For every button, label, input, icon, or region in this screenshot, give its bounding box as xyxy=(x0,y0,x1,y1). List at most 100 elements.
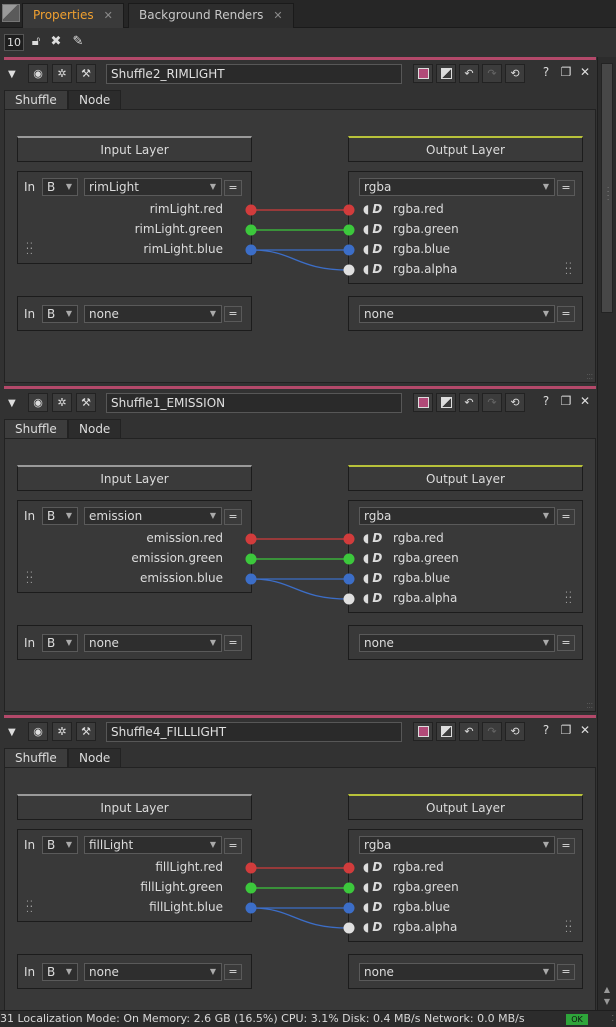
split-icon[interactable] xyxy=(436,393,456,412)
close-icon[interactable]: ✕ xyxy=(104,9,113,22)
viewer-icon[interactable]: ◉ xyxy=(28,393,48,412)
channel-toggle-icon[interactable]: ◖D xyxy=(363,571,385,585)
equal-button[interactable]: = xyxy=(557,635,575,651)
scrollbar[interactable]: ⁚ ⁚ ⁚ ▲ ▼ xyxy=(597,57,616,1010)
float-icon[interactable]: ❐ xyxy=(558,723,574,737)
input-source-dropdown[interactable]: B ▼ xyxy=(42,507,78,525)
input-source-dropdown[interactable]: B ▼ xyxy=(42,836,78,854)
float-icon[interactable]: ❐ xyxy=(558,65,574,79)
undo-icon[interactable]: ↶ xyxy=(459,722,479,741)
viewer-icon[interactable]: ◉ xyxy=(28,722,48,741)
node-color-icon[interactable] xyxy=(413,64,433,83)
scroll-up-icon[interactable]: ▲ xyxy=(602,985,612,994)
collapse-arrow-icon[interactable]: ▼ xyxy=(8,69,16,80)
help-icon[interactable]: ? xyxy=(538,65,554,79)
tab-node[interactable]: Node xyxy=(68,419,122,439)
revert-icon[interactable]: ⟲ xyxy=(505,393,525,412)
channel-toggle-icon[interactable]: ◖D xyxy=(363,860,385,874)
tab-node[interactable]: Node xyxy=(68,748,122,768)
drag-grip-icon[interactable]: ⁚⁚ ⁚⁚ xyxy=(565,592,573,606)
equal-button[interactable]: = xyxy=(224,838,242,854)
tab-background-renders[interactable]: Background Renders ✕ xyxy=(128,3,294,28)
equal-button[interactable]: = xyxy=(557,180,575,196)
channel-toggle-icon[interactable]: ◖D xyxy=(363,531,385,545)
redo-icon[interactable]: ↷ xyxy=(482,64,502,83)
output-layer-dropdown[interactable]: none ▼ xyxy=(359,963,555,981)
equal-button[interactable]: = xyxy=(224,180,242,196)
resize-corner-icon[interactable]: ⁚ xyxy=(611,1011,614,1027)
wrench-icon[interactable]: ⚒ xyxy=(76,722,96,741)
input-source-dropdown[interactable]: B ▼ xyxy=(42,178,78,196)
help-icon[interactable]: ? xyxy=(538,394,554,408)
wrench-icon[interactable]: ⚒ xyxy=(76,64,96,83)
input-layer-dropdown[interactable]: rimLight ▼ xyxy=(84,178,222,196)
close-icon[interactable]: ✕ xyxy=(577,65,593,79)
bug-icon[interactable]: ✲ xyxy=(52,393,72,412)
revert-icon[interactable]: ⟲ xyxy=(505,64,525,83)
input-layer-dropdown[interactable]: none ▼ xyxy=(84,963,222,981)
tab-shuffle[interactable]: Shuffle xyxy=(4,748,68,768)
split-icon[interactable] xyxy=(436,722,456,741)
tab-properties[interactable]: Properties ✕ xyxy=(22,3,124,28)
input-source-dropdown[interactable]: B ▼ xyxy=(42,305,78,323)
equal-button[interactable]: = xyxy=(224,509,242,525)
equal-button[interactable]: = xyxy=(557,509,575,525)
resize-grip-icon[interactable]: ⁚⁚⁚ xyxy=(586,374,593,381)
node-name-field[interactable]: Shuffle1_EMISSION xyxy=(106,393,402,413)
undo-icon[interactable]: ↶ xyxy=(459,64,479,83)
input-source-dropdown[interactable]: B ▼ xyxy=(42,634,78,652)
drag-grip-icon[interactable]: ⁚⁚ ⁚⁚ xyxy=(26,243,34,257)
channel-toggle-icon[interactable]: ◖D xyxy=(363,880,385,894)
output-layer-dropdown[interactable]: none ▼ xyxy=(359,634,555,652)
revert-icon[interactable]: ⟲ xyxy=(505,722,525,741)
resize-grip-icon[interactable]: ⁚⁚⁚ xyxy=(586,703,593,710)
equal-button[interactable]: = xyxy=(224,306,242,322)
input-source-dropdown[interactable]: B ▼ xyxy=(42,963,78,981)
scroll-down-icon[interactable]: ▼ xyxy=(602,997,612,1006)
node-color-icon[interactable] xyxy=(413,722,433,741)
channel-toggle-icon[interactable]: ◖D xyxy=(363,262,385,276)
node-name-field[interactable]: Shuffle4_FILLLIGHT xyxy=(106,722,402,742)
viewer-icon[interactable]: ◉ xyxy=(28,64,48,83)
input-layer-dropdown[interactable]: emission ▼ xyxy=(84,507,222,525)
channel-toggle-icon[interactable]: ◖D xyxy=(363,242,385,256)
collapse-arrow-icon[interactable]: ▼ xyxy=(8,398,16,409)
channel-toggle-icon[interactable]: ◖D xyxy=(363,920,385,934)
wrench-icon[interactable]: ⚒ xyxy=(76,393,96,412)
channel-toggle-icon[interactable]: ◖D xyxy=(363,591,385,605)
pencil-icon[interactable]: ✎ xyxy=(70,34,86,50)
input-layer-dropdown[interactable]: none ▼ xyxy=(84,305,222,323)
close-icon[interactable]: ✕ xyxy=(273,9,282,22)
tab-shuffle[interactable]: Shuffle xyxy=(4,90,68,110)
redo-icon[interactable]: ↷ xyxy=(482,722,502,741)
output-layer-dropdown[interactable]: none ▼ xyxy=(359,305,555,323)
lock-icon[interactable]: 🔓︎ xyxy=(28,34,44,50)
pane-menu-icon[interactable] xyxy=(2,4,20,22)
channel-toggle-icon[interactable]: ◖D xyxy=(363,222,385,236)
redo-icon[interactable]: ↷ xyxy=(482,393,502,412)
output-layer-dropdown[interactable]: rgba ▼ xyxy=(359,178,555,196)
drag-grip-icon[interactable]: ⁚⁚ ⁚⁚ xyxy=(565,263,573,277)
channel-toggle-icon[interactable]: ◖D xyxy=(363,900,385,914)
help-icon[interactable]: ? xyxy=(538,723,554,737)
node-color-icon[interactable] xyxy=(413,393,433,412)
drag-grip-icon[interactable]: ⁚⁚ ⁚⁚ xyxy=(565,921,573,935)
clear-panels-icon[interactable]: ✖ xyxy=(48,34,64,50)
tab-node[interactable]: Node xyxy=(68,90,122,110)
equal-button[interactable]: = xyxy=(224,635,242,651)
collapse-arrow-icon[interactable]: ▼ xyxy=(8,727,16,738)
channel-toggle-icon[interactable]: ◖D xyxy=(363,202,385,216)
node-name-field[interactable]: Shuffle2_RIMLIGHT xyxy=(106,64,402,84)
equal-button[interactable]: = xyxy=(557,838,575,854)
output-layer-dropdown[interactable]: rgba ▼ xyxy=(359,836,555,854)
drag-grip-icon[interactable]: ⁚⁚ ⁚⁚ xyxy=(26,901,34,915)
tab-shuffle[interactable]: Shuffle xyxy=(4,419,68,439)
input-layer-dropdown[interactable]: none ▼ xyxy=(84,634,222,652)
max-panels-field[interactable]: 10 xyxy=(4,34,24,51)
undo-icon[interactable]: ↶ xyxy=(459,393,479,412)
scrollbar-thumb[interactable]: ⁚ ⁚ ⁚ xyxy=(601,63,613,313)
float-icon[interactable]: ❐ xyxy=(558,394,574,408)
equal-button[interactable]: = xyxy=(557,964,575,980)
output-layer-dropdown[interactable]: rgba ▼ xyxy=(359,507,555,525)
equal-button[interactable]: = xyxy=(557,306,575,322)
